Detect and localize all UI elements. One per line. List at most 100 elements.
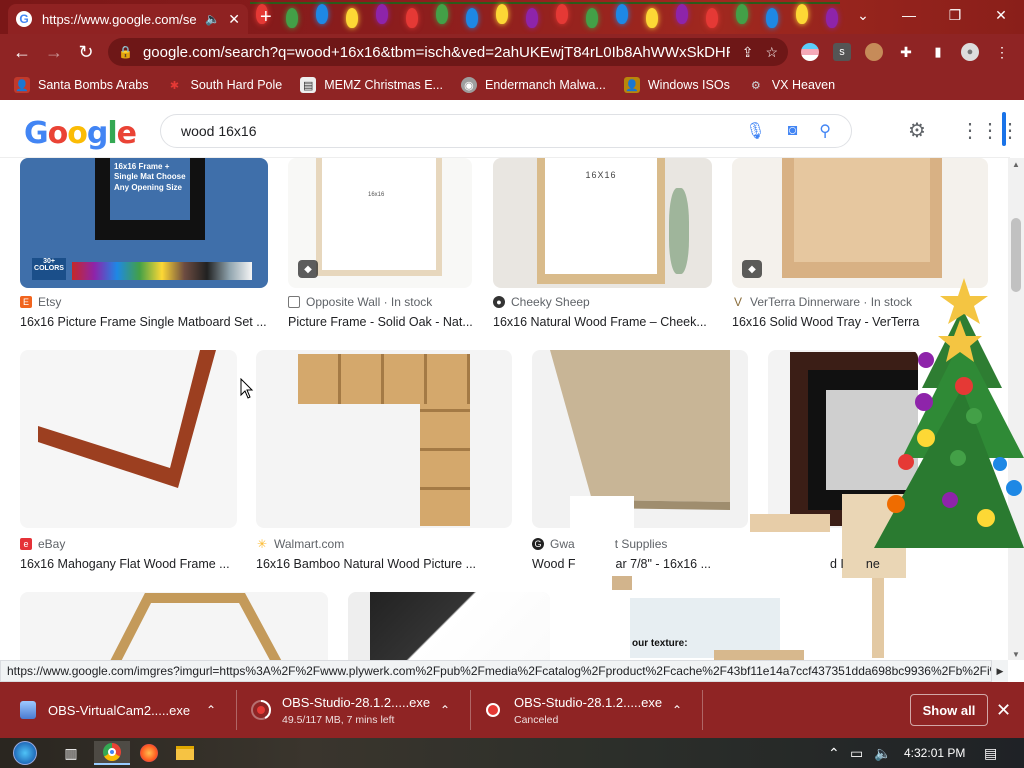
active-tab[interactable]: G https://www.google.com/sea 🔈 ✕ [8,4,248,34]
bookmark-5[interactable]: ⚙ VX Heaven [748,77,835,93]
bookmark-4[interactable]: 👤 Windows ISOs [623,77,730,93]
result-source-5[interactable]: ✳ Walmart.com [256,537,344,551]
chevron-up-icon[interactable]: ⌃ [440,703,450,717]
installer-file-icon [20,701,36,719]
result-image-8[interactable] [20,592,328,660]
result-image-9[interactable] [348,592,550,660]
browser-toolbar: ← → ↻ 🔒 google.com/search?q=wood+16x16&t… [0,34,1024,70]
texture-text: our texture: [632,638,688,649]
result-image-3[interactable] [732,158,988,288]
side-panel-icon[interactable]: ▮ [929,43,947,61]
bookmark-3[interactable]: ◉ Endermanch Malwa... [460,77,606,93]
result-title-7[interactable]: d I ne [830,557,920,571]
image-results: 16x16 Frame + Single Mat Choose Any Open… [0,158,1008,660]
bookmark-star-icon[interactable]: ☆ [765,44,778,61]
result-title-1[interactable]: Picture Frame - Solid Oak - Nat... [288,315,472,329]
result-image-5[interactable] [256,350,512,528]
address-url: google.com/search?q=wood+16x16&tbm=isch&… [142,43,730,61]
download-progress-ring-icon [251,700,271,720]
address-bar[interactable]: 🔒 google.com/search?q=wood+16x16&tbm=isc… [108,38,788,66]
minimize-icon[interactable]: — [886,0,932,30]
bookmark-2[interactable]: ▤ MEMZ Christmas E... [300,77,443,93]
start-orb-icon[interactable] [10,741,40,765]
bookmark-label: Endermanch Malwa... [484,78,606,92]
s-extension-icon[interactable]: s [833,43,851,61]
download-name: OBS-Studio-28.1.2.....exe [514,694,663,710]
avatar-extension-icon[interactable] [865,43,883,61]
close-download-bar-icon[interactable]: ✕ [996,700,1011,721]
result-title-6[interactable]: Wood F ar 7/8" - 16x16 ... [532,557,748,571]
chevron-up-icon[interactable]: ⌃ [672,703,682,717]
light-bulb-icon [556,4,568,24]
close-tab-icon[interactable]: ✕ [228,11,240,28]
show-all-button[interactable]: Show all [910,694,988,726]
result-image-2[interactable]: 16X16 [493,158,712,288]
firefox-taskbar-icon[interactable] [136,741,162,765]
result-title-0[interactable]: 16x16 Picture Frame Single Matboard Set … [20,315,268,329]
forward-icon[interactable]: → [42,40,66,64]
download-item-0[interactable]: OBS-VirtualCam2.....exe ⌃ [20,682,230,738]
download-bar: OBS-VirtualCam2.....exe ⌃ OBS-Studio-28.… [0,682,1024,738]
result-title-4[interactable]: 16x16 Mahogany Flat Wood Frame ... [20,557,237,571]
download-item-2[interactable]: OBS-Studio-28.1.2.....exe Canceled ⌃ [486,682,696,738]
sign-in-edge[interactable] [1002,112,1006,146]
result-title-2[interactable]: 16x16 Natural Wood Frame – Cheek... [493,315,712,329]
apps-grid-icon[interactable]: ⋮⋮⋮ [960,118,1020,143]
result-image-10[interactable]: our texture: [568,592,804,660]
scroll-down-icon[interactable]: ▼ [1012,650,1020,659]
download-progress-text: 49.5/117 MB, 7 mins left [282,713,395,726]
download-name: OBS-Studio-28.1.2.....exe [282,694,431,710]
tray-chevron-icon[interactable]: ⌃ [828,745,840,762]
search-input[interactable]: wood 16x16 🎙 ◙ ⚲ [160,114,852,148]
network-icon[interactable]: ▭ [850,745,863,762]
file-explorer-icon[interactable] [172,741,198,765]
camera-lens-icon[interactable]: ◙ [788,122,798,140]
share-icon[interactable]: ⇪ [742,44,754,61]
result-image-6[interactable] [532,350,748,528]
reload-icon[interactable]: ↻ [74,40,98,64]
chrome-taskbar-icon[interactable] [94,741,130,765]
chevron-up-icon[interactable]: ⌃ [206,703,216,717]
ebay-icon: e [20,538,32,550]
flag-extension-icon[interactable] [801,43,819,61]
google-favicon-icon: G [16,11,32,27]
tab-strip: G https://www.google.com/sea 🔈 ✕ + ⌄ — ❐… [0,0,1024,34]
result-image-0[interactable]: 16x16 Frame + Single Mat Choose Any Open… [20,158,268,288]
light-bulb-icon [736,4,748,24]
settings-gear-icon[interactable]: ⚙ [908,118,926,143]
restore-icon[interactable]: ❐ [932,0,978,30]
scroll-up-icon[interactable]: ▲ [1012,160,1020,169]
tab-title: https://www.google.com/sea [42,11,198,27]
new-tab-icon[interactable]: + [260,6,272,29]
bookmark-label: VX Heaven [771,78,836,92]
result-title-5[interactable]: 16x16 Bamboo Natural Wood Picture ... [256,557,512,571]
bookmark-0[interactable]: 👤 Santa Bombs Arabs [14,77,148,93]
extensions-puzzle-icon[interactable]: ✚ [897,43,915,61]
notifications-icon[interactable]: ▤ [984,745,997,762]
close-window-icon[interactable]: ✕ [978,0,1024,30]
result-source-4[interactable]: e eBay [20,537,65,551]
menu-kebab-icon[interactable]: ⋮ [993,43,1011,61]
microphone-icon[interactable]: 🎙 [745,121,765,141]
bookmark-label: Windows ISOs [647,78,730,92]
profile-icon[interactable]: ● [961,43,979,61]
task-view-icon[interactable]: ▥ [58,741,84,765]
bookmark-1[interactable]: ✱ South Hard Pole [166,77,282,93]
result-source-0[interactable]: E Etsy [20,295,61,309]
lock-icon[interactable]: 🔒 [118,45,133,59]
bookmark-label: MEMZ Christmas E... [324,78,443,92]
volume-icon[interactable]: 🔈 [874,745,891,762]
result-source-6[interactable]: G Gwa t Supplies [532,537,667,551]
download-item-1[interactable]: OBS-Studio-28.1.2.....exe 49.5/117 MB, 7… [250,682,460,738]
tab-search-icon[interactable]: ⌄ [840,0,886,30]
raccoon-icon: ◉ [460,77,477,93]
audio-icon[interactable]: 🔈 [205,12,220,26]
google-logo[interactable]: Google [24,116,137,151]
result-source-1[interactable]: Opposite Wall · In stock [288,295,432,309]
result-source-2[interactable]: ● Cheeky Sheep [493,295,590,309]
clock[interactable]: 4:32:01 PM [904,746,965,760]
result-image-4[interactable] [20,350,237,528]
light-bulb-icon [676,4,688,24]
search-icon[interactable]: ⚲ [819,121,831,141]
back-icon[interactable]: ← [10,40,34,64]
